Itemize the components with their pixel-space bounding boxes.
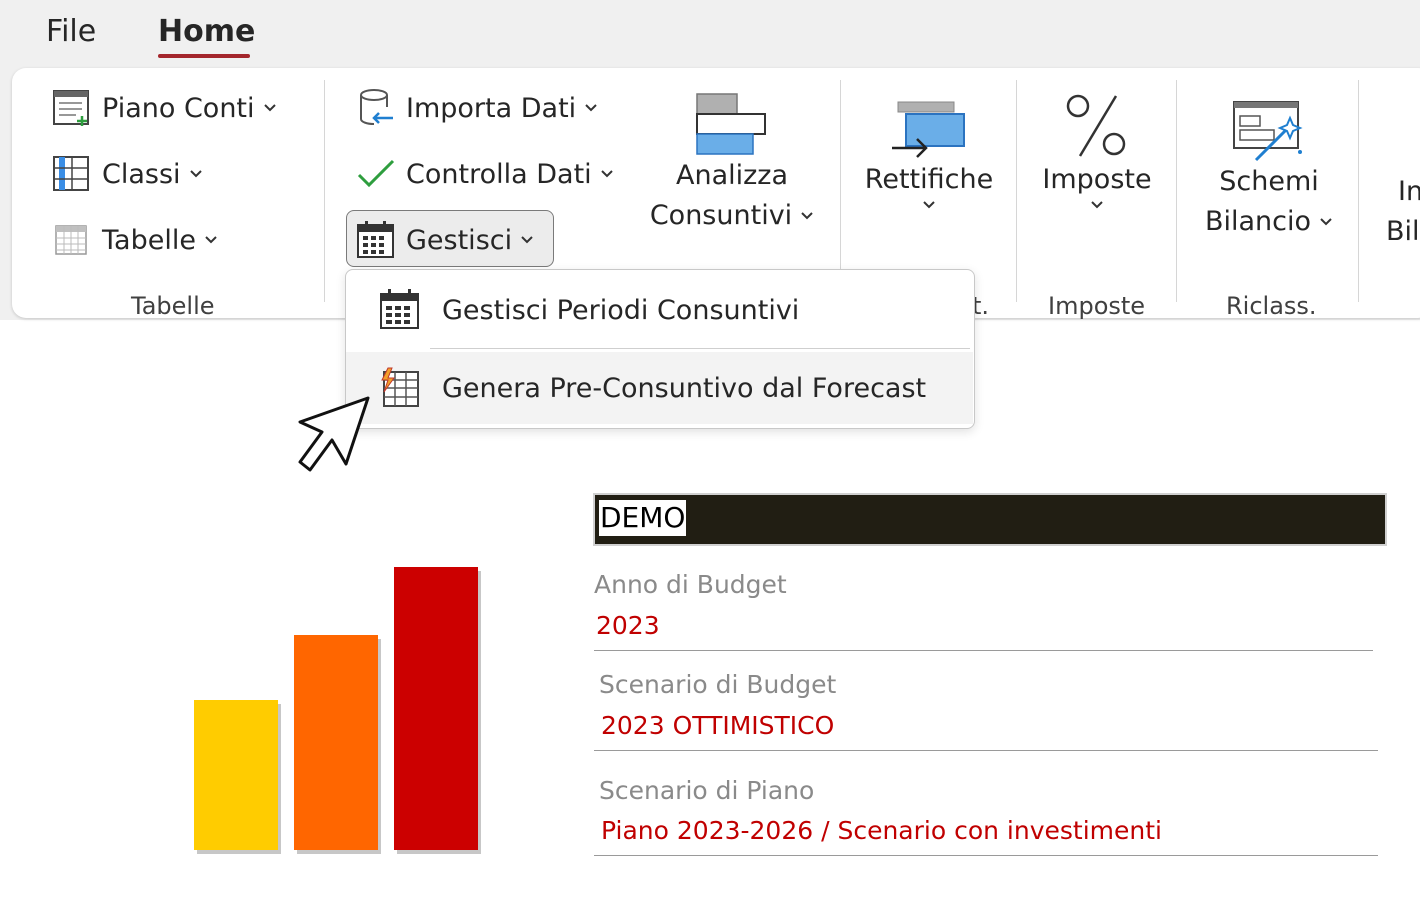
piano-conti-button[interactable]: Piano Conti [52,88,277,128]
chevron-down-icon [263,103,277,113]
anno-budget-label: Anno di Budget [594,570,787,599]
group-label-riclass: Riclass. [1226,292,1317,320]
percent-icon [1066,94,1126,157]
field-underline [594,750,1378,751]
piano-conti-label: Piano Conti [102,92,255,124]
rettifiche-button[interactable]: Rettifiche [862,98,996,210]
analyze-icon [696,93,766,155]
company-name-value: DEMO [599,500,687,536]
menu-item-label: Genera Pre-Consuntivo dal Forecast [442,372,927,404]
home-tab-indicator [158,54,250,58]
schemi-line2: Bilancio [1204,206,1312,237]
table-icon [52,220,92,260]
group-separator [1016,80,1017,302]
group-label-imposte: Imposte [1048,292,1146,320]
scenario-budget-value[interactable]: 2023 OTTIMISTICO [601,711,834,740]
anno-budget-value[interactable]: 2023 [596,611,660,640]
importa-dati-label: Importa Dati [406,92,577,124]
analizza-line1: Analizza [675,160,789,191]
classi-label: Classi [102,158,181,190]
calendar-icon [378,288,422,332]
chart-bar-2 [294,635,378,850]
lightning-grid-icon [378,366,422,410]
imposte-button[interactable]: Imposte [1036,92,1158,210]
menu-item-genera-pre-consuntivo[interactable]: Genera Pre-Consuntivo dal Forecast [346,352,973,424]
bar-chart-logo [194,567,481,854]
field-underline [594,650,1373,651]
chevron-down-icon [922,200,936,210]
schemi-line1: Schemi [1219,166,1319,197]
group-separator [1358,80,1359,302]
classes-icon [52,154,92,194]
chart-bar-3 [394,567,478,850]
group-label-tabelle: Tabelle [131,292,215,320]
partial-line1: In [1398,176,1420,207]
menu-item-gestisci-periodi[interactable]: Gestisci Periodi Consuntivi [346,274,973,346]
rettifiche-label: Rettifiche [864,164,994,195]
menu-item-label: Gestisci Periodi Consuntivi [442,294,800,326]
group-separator [1176,80,1177,302]
group-separator [324,80,325,302]
magic-wand-schema-icon [1233,101,1303,162]
analizza-consuntivi-button[interactable]: Analizza Consuntivi [646,92,818,236]
partial-line2: Bila [1386,216,1420,247]
chevron-down-icon [189,169,203,179]
controlla-dati-button[interactable]: Controlla Dati [356,154,614,194]
gestisci-button[interactable]: Gestisci [356,220,534,260]
chevron-down-icon [1319,217,1333,227]
checkmark-icon [356,154,396,194]
field-underline [594,855,1378,856]
scenario-budget-label: Scenario di Budget [599,670,837,699]
chevron-down-icon [600,169,614,179]
scenario-piano-value[interactable]: Piano 2023-2026 / Scenario con investime… [601,816,1162,845]
gestisci-label: Gestisci [406,224,513,256]
partial-ribbon-button[interactable]: ✳ In Bila [1384,172,1420,252]
calendar-icon [356,220,396,260]
tabelle-button[interactable]: Tabelle [52,220,218,260]
chevron-down-icon [584,103,598,113]
company-name-field[interactable]: DEMO [593,493,1387,546]
tab-file[interactable]: File [46,14,96,49]
tab-home[interactable]: Home [158,14,255,49]
chart-of-accounts-icon [52,88,92,128]
imposte-label: Imposte [1042,164,1152,195]
classi-button[interactable]: Classi [52,154,203,194]
chevron-down-icon [520,235,534,245]
controlla-dati-label: Controlla Dati [406,158,592,190]
adjustments-icon [892,101,965,158]
menu-divider [430,348,970,349]
analizza-line2: Consuntivi [649,200,793,231]
gestisci-dropdown-menu: Gestisci Periodi Consuntivi Genera Pre-C… [345,269,975,429]
database-import-icon [356,88,396,128]
chevron-down-icon [204,235,218,245]
mouse-cursor-icon [298,396,370,472]
chevron-down-icon [800,211,814,221]
schemi-bilancio-button[interactable]: Schemi Bilancio [1196,96,1342,242]
scenario-piano-label: Scenario di Piano [599,776,815,805]
tabelle-label: Tabelle [102,224,196,256]
chart-bar-1 [194,700,278,850]
chevron-down-icon [1090,200,1104,210]
importa-dati-button[interactable]: Importa Dati [356,88,598,128]
